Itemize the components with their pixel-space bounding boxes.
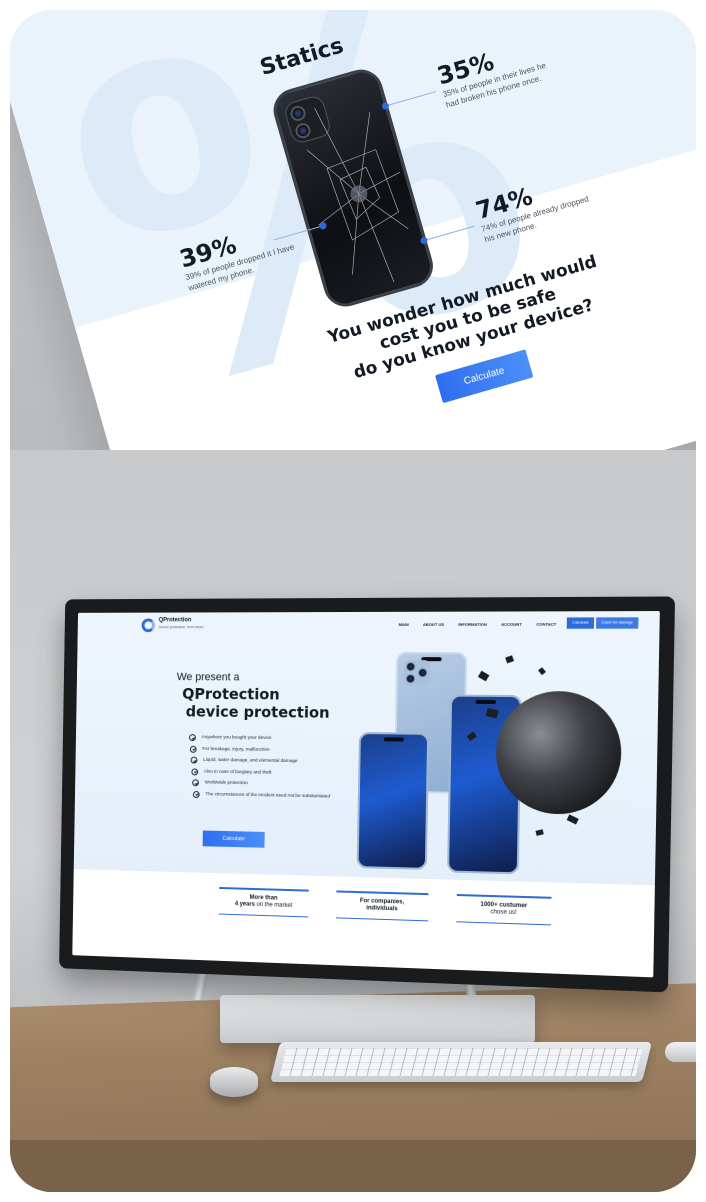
hero-intro: We present a [176,671,240,684]
site-navbar: QProtection Device protection, from futu… [78,611,660,638]
band-stat-text: For companies, individuals [332,892,432,920]
feature-text: Anywhere you bought your device [201,735,272,742]
logo-ring-icon[interactable] [141,618,155,633]
nav-calculate-button[interactable]: Calculate [566,617,595,629]
band-stat: 1000+ custumer chose us! [452,893,555,926]
nav-claim-button[interactable]: Claim for damage [596,617,639,629]
nav-item-about-us[interactable]: ABOUT US [423,622,444,627]
debris-shard [566,814,579,825]
statics-mockup-scene: % Statics 35% 35% of pe [10,10,696,450]
band-rest: on the market [254,901,293,909]
feature-text: Liquid, water damage, and elemental dama… [203,758,298,765]
feature-text: Also in case of burglary and theft [203,769,272,776]
camera-module-icon [403,660,431,687]
band-stat: For companies, individuals [332,890,433,922]
feature-text: Worldwide protection [204,780,248,787]
desktop-mockup-scene: QProtection Device protection, from futu… [10,450,696,1192]
brand-tagline: Device protection, from future [158,625,204,630]
monitor: QProtection Device protection, from futu… [59,596,676,993]
wrecking-ball-image [495,690,623,816]
phone-front-image [356,732,430,870]
nav-item-contact[interactable]: CONTACT [536,622,556,627]
band-stat-text: 1000+ custumer chose us! [452,895,555,924]
band-emphasis: 4 years [234,901,255,908]
monitor-screen: QProtection Device protection, from futu… [72,611,660,978]
nav-menu: MAIN ABOUT US INFORMATION ACCOUNT CONTAC… [398,622,556,627]
camera-lens-icon [406,662,416,672]
tilted-landing-page: % Statics 35% 35% of pe [10,10,696,450]
nav-item-main[interactable]: MAIN [398,622,408,627]
check-circle-icon [189,745,197,753]
nav-item-account[interactable]: ACCOUNT [501,622,522,627]
nav-item-information[interactable]: INFORMATION [458,622,487,627]
feature-item: The circumstances of the incident need n… [188,789,330,803]
hero-calculate-button[interactable]: Calculate [202,830,265,848]
check-circle-icon [191,768,199,776]
hero-section: QProtection Device protection, from futu… [73,611,660,886]
brand-name[interactable]: QProtection [159,617,192,623]
camera-lens-icon [405,674,416,684]
hero-title: QProtection device protection [182,685,330,722]
check-circle-icon [192,779,199,787]
feature-list: Anywhere you bought your device For brea… [188,732,331,802]
monitor-stand-base [220,995,535,1043]
stats-band: More than 4 years on the market For comp… [72,869,655,978]
feature-text: The circumstances of the incident need n… [205,792,331,800]
camera-lens-icon [418,668,428,678]
band-stat: More than 4 years on the market [215,886,313,918]
band-emphasis: individuals [366,905,398,913]
band-rest: chose us! [490,909,517,917]
desk-front-edge [10,1140,696,1192]
hero-title-line: QProtection [182,685,280,704]
mouse [665,1042,696,1062]
check-circle-icon [189,734,196,742]
hero-title-line: device protection [185,702,330,722]
check-circle-icon [190,756,198,764]
keyboard [270,1042,652,1082]
check-circle-icon [192,790,200,798]
showcase-card: % Statics 35% 35% of pe [10,10,696,1192]
feature-text: For breakage, injury, malfunction [202,746,270,753]
band-stat-text: More than 4 years on the market [215,888,313,916]
dial-puck [210,1067,258,1097]
